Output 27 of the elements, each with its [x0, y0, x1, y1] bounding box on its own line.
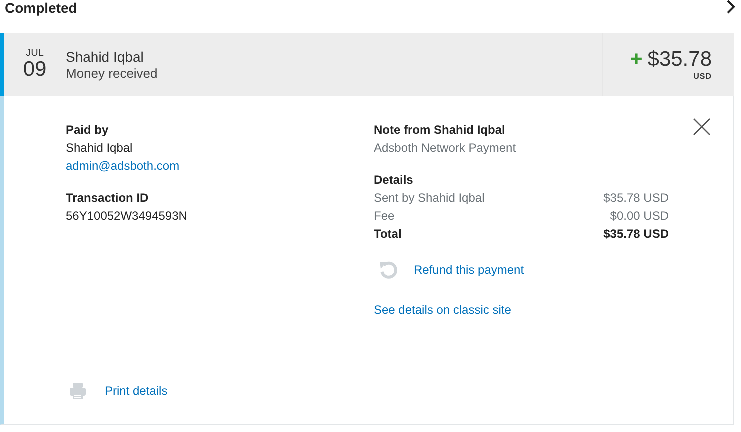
detail-label: Sent by Shahid Iqbal — [374, 190, 485, 207]
label: Paid by — [66, 122, 110, 139]
transaction-id: 56Y10052W3494593N — [66, 208, 188, 225]
payer-name: Shahid Iqbal — [66, 140, 134, 157]
email-link[interactable]: admin@adsboth.com — [66, 157, 374, 175]
amount: $35.78 — [648, 48, 712, 72]
detail-value: $0.00 USD — [610, 208, 669, 225]
label: Details — [374, 172, 414, 189]
note-text: Adsboth Network Payment — [374, 140, 518, 157]
currency: USD — [694, 72, 712, 81]
date-month: JUL — [26, 48, 44, 59]
payer-name: Shahid Iqbal — [66, 48, 145, 64]
total-label: Total — [374, 226, 402, 243]
sign: + — [630, 48, 643, 72]
close-icon[interactable] — [693, 118, 711, 136]
date-day: 09 — [23, 59, 47, 81]
section-title: Completed — [5, 0, 78, 16]
detail-label: Fee — [374, 208, 395, 225]
classic-site-link[interactable]: See details on classic site — [374, 303, 669, 317]
chevron-right-icon[interactable] — [726, 0, 736, 14]
label: Note from Shahid Iqbal — [374, 122, 506, 139]
detail-value: $35.78 USD — [604, 190, 669, 207]
total-value: $35.78 USD — [604, 226, 669, 243]
label: Transaction ID — [66, 190, 150, 207]
refund-link[interactable]: Refund this payment — [414, 263, 524, 277]
print-link[interactable]: Print details — [105, 384, 168, 398]
transaction-type: Money received — [66, 66, 159, 80]
